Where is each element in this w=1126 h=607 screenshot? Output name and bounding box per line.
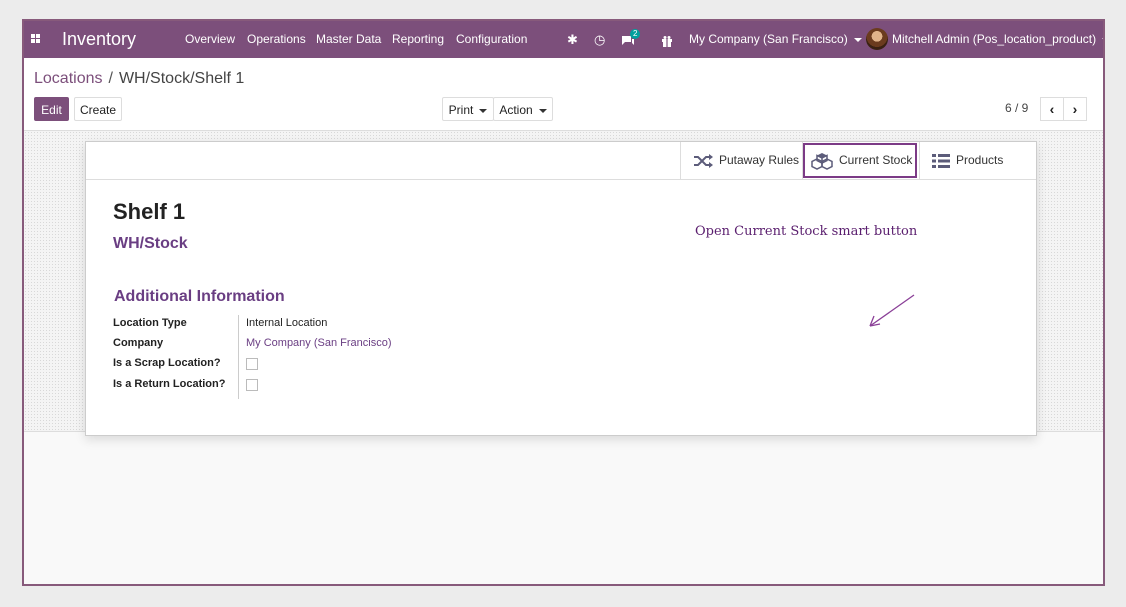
location-name: Shelf 1 [113, 199, 186, 224]
clock-icon[interactable]: ◷ [594, 21, 605, 58]
caret-down-icon [538, 108, 547, 113]
current-stock-button[interactable]: Current Stock [802, 142, 918, 179]
action-label: Action [499, 103, 533, 117]
putaway-rules-button[interactable]: Putaway Rules [680, 142, 801, 179]
return-location-checkbox[interactable] [246, 379, 258, 391]
return-location-label: Is a Return Location? [113, 378, 226, 390]
breadcrumb-separator: / [108, 70, 113, 87]
products-button[interactable]: Products [919, 142, 1036, 179]
products-label: Products [956, 153, 1004, 167]
scrap-location-checkbox[interactable] [246, 358, 258, 370]
breadcrumb-current: WH/Stock/Shelf 1 [118, 70, 245, 87]
chat-badge: 2 [630, 29, 641, 39]
location-type-label: Location Type [113, 317, 187, 329]
apps-menu-icon[interactable] [30, 21, 42, 58]
app-name[interactable]: Inventory [62, 21, 136, 58]
edit-button[interactable]: Edit [34, 97, 69, 121]
breadcrumb-parent-link[interactable]: Locations [34, 70, 103, 87]
parent-location: WH/Stock [113, 235, 188, 252]
pager-value[interactable]: 6 / 9 [1005, 101, 1028, 115]
control-panel: Locations / WH/Stock/Shelf 1 Edit Create P… [24, 58, 1103, 131]
print-label: Print [448, 103, 474, 117]
scrap-location-label: Is a Scrap Location? [113, 357, 221, 369]
menu-operations[interactable]: Operations [247, 21, 306, 58]
caret-down-icon [1102, 37, 1103, 42]
app-window: Inventory Overview Operations Master Dat… [22, 19, 1105, 586]
print-dropdown[interactable]: Print [442, 97, 494, 121]
smart-button-box: Putaway Rules Current Stock Products [86, 142, 1036, 180]
section-title: Additional Information [114, 288, 285, 305]
menu-overview[interactable]: Overview [185, 21, 235, 58]
company-link[interactable]: My Company (San Francisco) [246, 337, 392, 349]
breadcrumb: Locations / WH/Stock/Shelf 1 [34, 70, 244, 88]
cubes-icon [811, 152, 833, 170]
menu-configuration[interactable]: Configuration [456, 21, 527, 58]
menu-master-data[interactable]: Master Data [316, 21, 381, 58]
form-view-background: Putaway Rules Current Stock Products Ope… [24, 131, 1103, 436]
caret-down-icon [853, 37, 862, 42]
menu-reporting[interactable]: Reporting [392, 21, 444, 58]
chevron-left-icon: ‹ [1049, 101, 1055, 117]
create-button[interactable]: Create [74, 97, 122, 121]
list-icon [932, 153, 950, 168]
current-stock-label: Current Stock [839, 153, 913, 167]
bug-icon[interactable]: ✱ [567, 21, 578, 58]
chat-icon[interactable] [621, 21, 635, 58]
caret-down-icon [479, 108, 488, 113]
company-label: Company [113, 337, 164, 349]
pager-previous-button[interactable]: ‹ [1040, 97, 1064, 121]
user-name: Mitchell Admin (Pos_location_product) [892, 32, 1097, 46]
company-switcher[interactable]: My Company (San Francisco) [689, 21, 862, 58]
pager-next-button[interactable]: › [1063, 97, 1087, 121]
random-icon [694, 153, 713, 168]
putaway-rules-label: Putaway Rules [719, 153, 800, 167]
location-type-value: Internal Location [246, 317, 328, 329]
annotation-arrow [869, 294, 915, 327]
company-name: My Company (San Francisco) [689, 32, 848, 46]
annotation-text: Open Current Stock smart button [695, 224, 918, 239]
gift-icon[interactable] [661, 21, 673, 58]
user-menu[interactable]: Mitchell Admin (Pos_location_product) [892, 21, 1103, 58]
chevron-right-icon: › [1072, 101, 1078, 117]
field-divider [238, 315, 239, 399]
form-sheet: Putaway Rules Current Stock Products Ope… [85, 141, 1037, 436]
top-navbar: Inventory Overview Operations Master Dat… [24, 21, 1103, 58]
action-dropdown[interactable]: Action [493, 97, 553, 121]
user-avatar[interactable] [866, 28, 888, 50]
